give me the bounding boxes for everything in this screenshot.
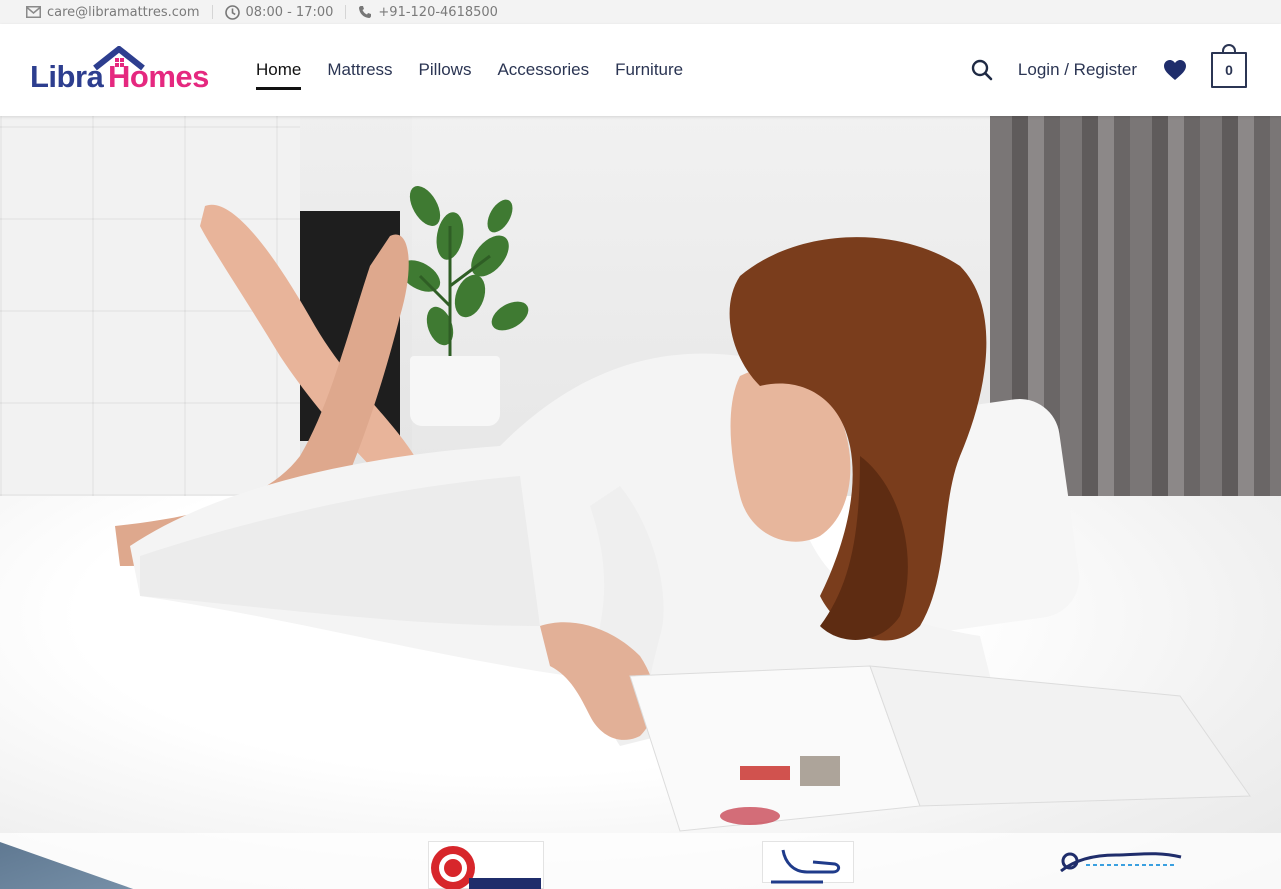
search-icon[interactable] — [970, 58, 994, 82]
feature-badge-1 — [428, 841, 544, 889]
cart-button[interactable]: 0 — [1211, 44, 1247, 88]
nav-home[interactable]: Home — [256, 56, 302, 90]
top-info-bar: care@libramattres.com 08:00 - 17:00 +91-… — [0, 0, 1281, 24]
feature-badge-3 — [1056, 841, 1186, 881]
logo-text-libra: Libra — [30, 59, 104, 94]
heart-icon[interactable] — [1163, 59, 1187, 81]
body-support-icon — [1060, 852, 1182, 873]
logo-text-homes: Homes — [108, 59, 209, 94]
nav-furniture[interactable]: Furniture — [615, 56, 683, 84]
phone-text: +91-120-4618500 — [378, 4, 498, 20]
email-text: care@libramattres.com — [47, 4, 200, 20]
phone-icon — [359, 6, 372, 18]
hero-magazine — [629, 665, 1251, 832]
phone-contact[interactable]: +91-120-4618500 — [358, 5, 498, 20]
divider — [345, 5, 347, 19]
hero-banner — [0, 116, 1281, 889]
warranty-badge-icon — [431, 846, 541, 889]
mail-icon — [26, 6, 41, 18]
cart-count: 0 — [1225, 62, 1233, 78]
login-register-link[interactable]: Login / Register — [1018, 60, 1137, 80]
clock-icon — [224, 4, 240, 20]
feature-badge-2 — [762, 841, 854, 884]
nav-accessories[interactable]: Accessories — [497, 56, 589, 84]
hours-text: 08:00 - 17:00 — [245, 4, 334, 20]
site-logo[interactable]: Libra Homes — [29, 46, 225, 96]
header-tools: Login / Register 0 — [970, 24, 1247, 116]
hours-info: 08:00 - 17:00 — [224, 4, 334, 20]
site-header: Libra Homes Home Mattress Pillows Access… — [0, 24, 1281, 116]
nav-mattress[interactable]: Mattress — [327, 56, 392, 84]
email-contact[interactable]: care@libramattres.com — [26, 5, 200, 20]
cart-icon — [1222, 44, 1236, 54]
nav-pillows[interactable]: Pillows — [419, 56, 472, 84]
divider — [211, 5, 213, 19]
support-hand-icon — [771, 849, 841, 884]
main-nav: Home Mattress Pillows Accessories Furnit… — [256, 24, 683, 116]
